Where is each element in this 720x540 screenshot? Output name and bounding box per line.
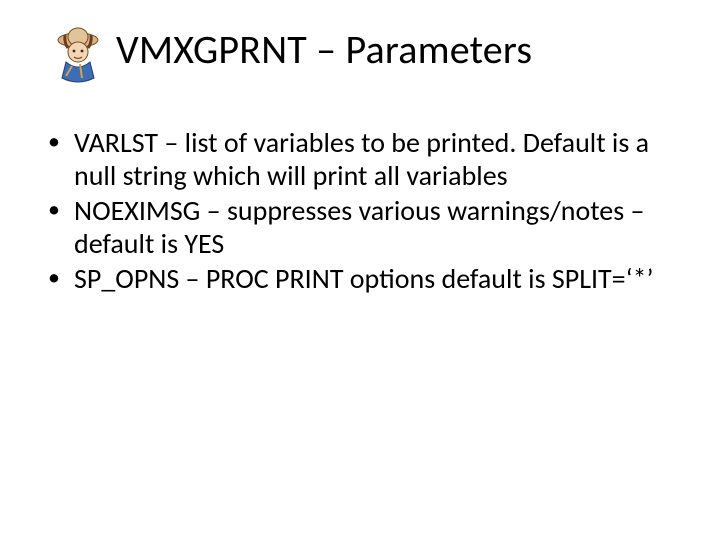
slide-body: VARLST – list of variables to be printed… [44, 126, 660, 297]
slide-title: VMXGPRNT – Parameters [116, 28, 532, 72]
bullet-list: VARLST – list of variables to be printed… [44, 126, 660, 295]
bullet-item: SP_OPNS – PROC PRINT options default is … [44, 262, 660, 295]
decorative-clipart [44, 16, 112, 84]
slide: VMXGPRNT – Parameters VARLST – list of v… [0, 0, 720, 540]
bullet-item: VARLST – list of variables to be printed… [44, 126, 660, 192]
title-row: VMXGPRNT – Parameters [44, 16, 676, 84]
bullet-item: NOEXIMSG – suppresses various warnings/n… [44, 194, 660, 260]
